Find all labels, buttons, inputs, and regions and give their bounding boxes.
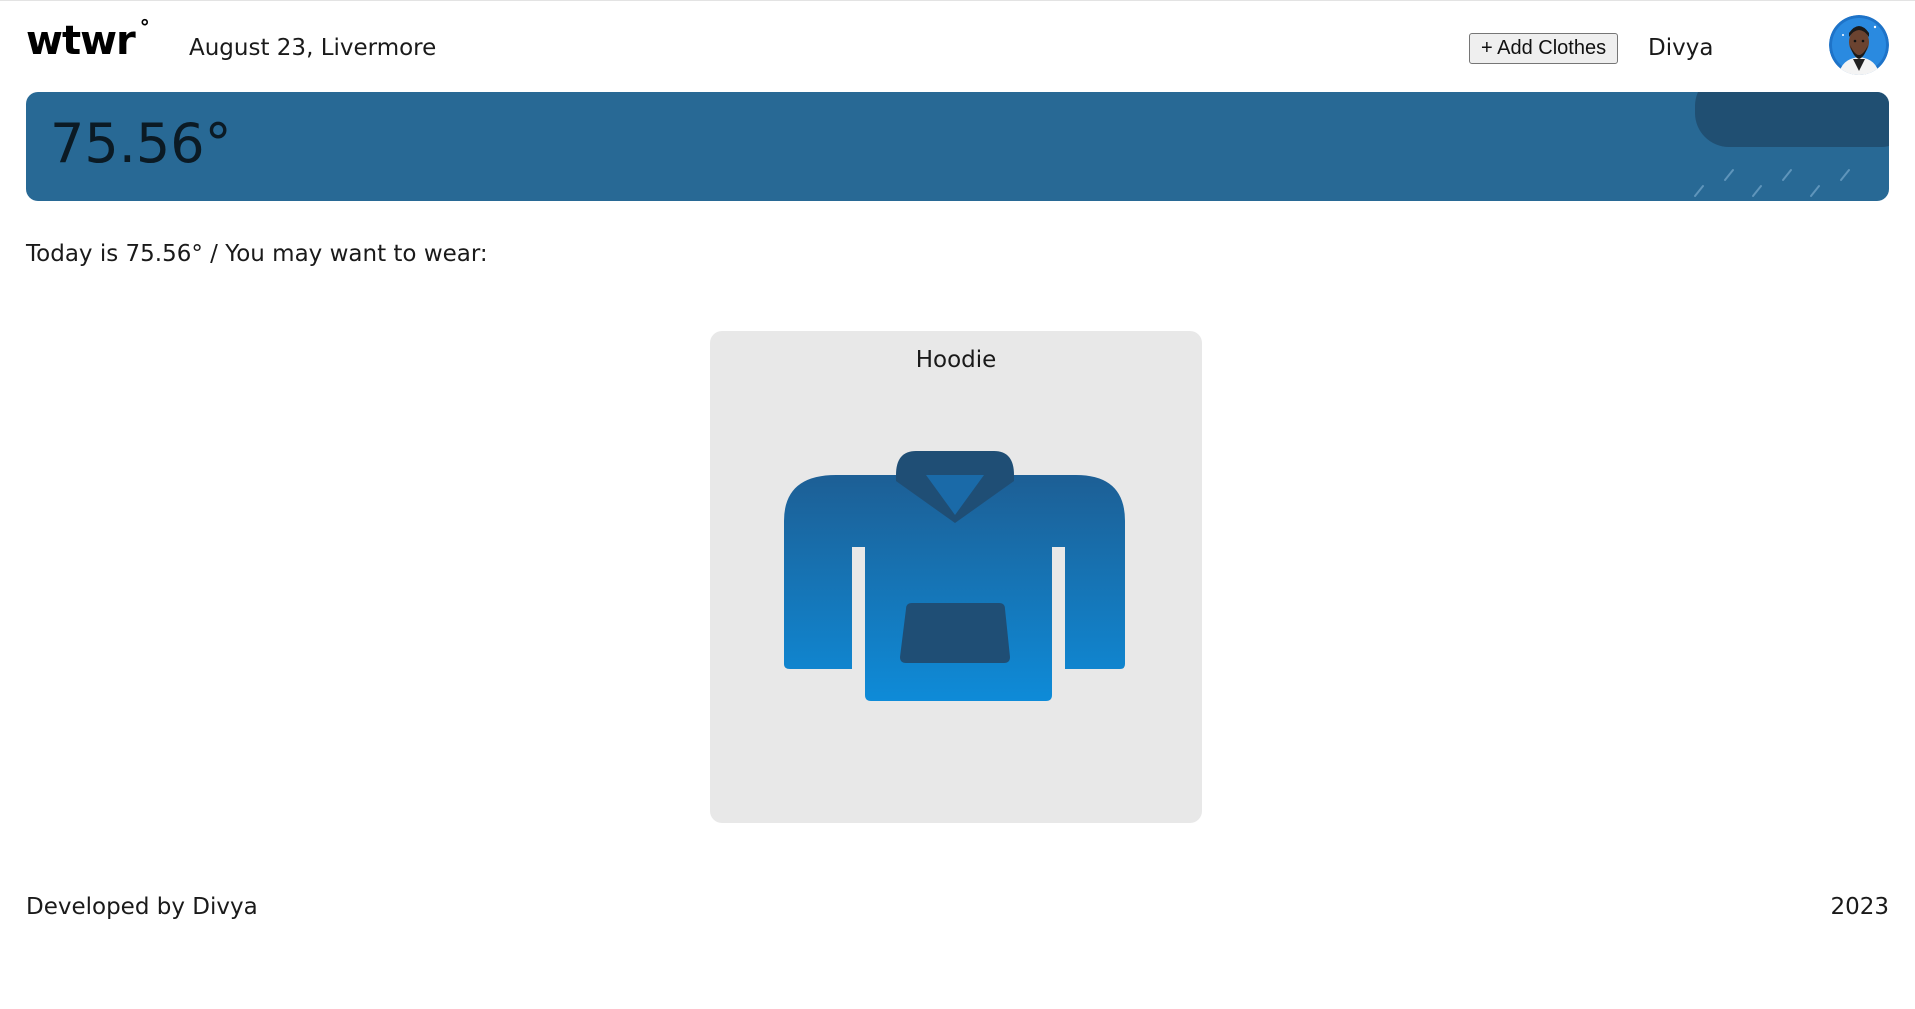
username[interactable]: Divya [1648, 35, 1713, 61]
rain-cloud-icon [1694, 92, 1889, 197]
logo-text: wtwr [26, 18, 136, 64]
add-clothes-button[interactable]: + Add Clothes [1469, 33, 1619, 64]
clothing-card[interactable]: Hoodie [710, 331, 1202, 823]
date-location: August 23, Livermore [189, 35, 437, 61]
site-header: wtwr ° August 23, Livermore + Add Clothes… [26, 15, 1889, 75]
footer-year: 2023 [1830, 894, 1889, 920]
clothing-card-title: Hoodie [915, 347, 997, 373]
avatar[interactable] [1829, 15, 1889, 75]
page: wtwr ° August 23, Livermore + Add Clothes… [0, 0, 1915, 1009]
avatar-image [1829, 15, 1889, 75]
logo[interactable]: wtwr ° [26, 17, 150, 64]
weather-banner: 75.56° [26, 92, 1889, 201]
weather-temperature: 75.56° [50, 112, 232, 175]
hoodie-icon [784, 451, 1125, 701]
recommendation-text: Today is 75.56° / You may want to wear: [26, 241, 488, 267]
logo-degree: ° [139, 15, 150, 39]
footer-credit: Developed by Divya [26, 894, 258, 920]
